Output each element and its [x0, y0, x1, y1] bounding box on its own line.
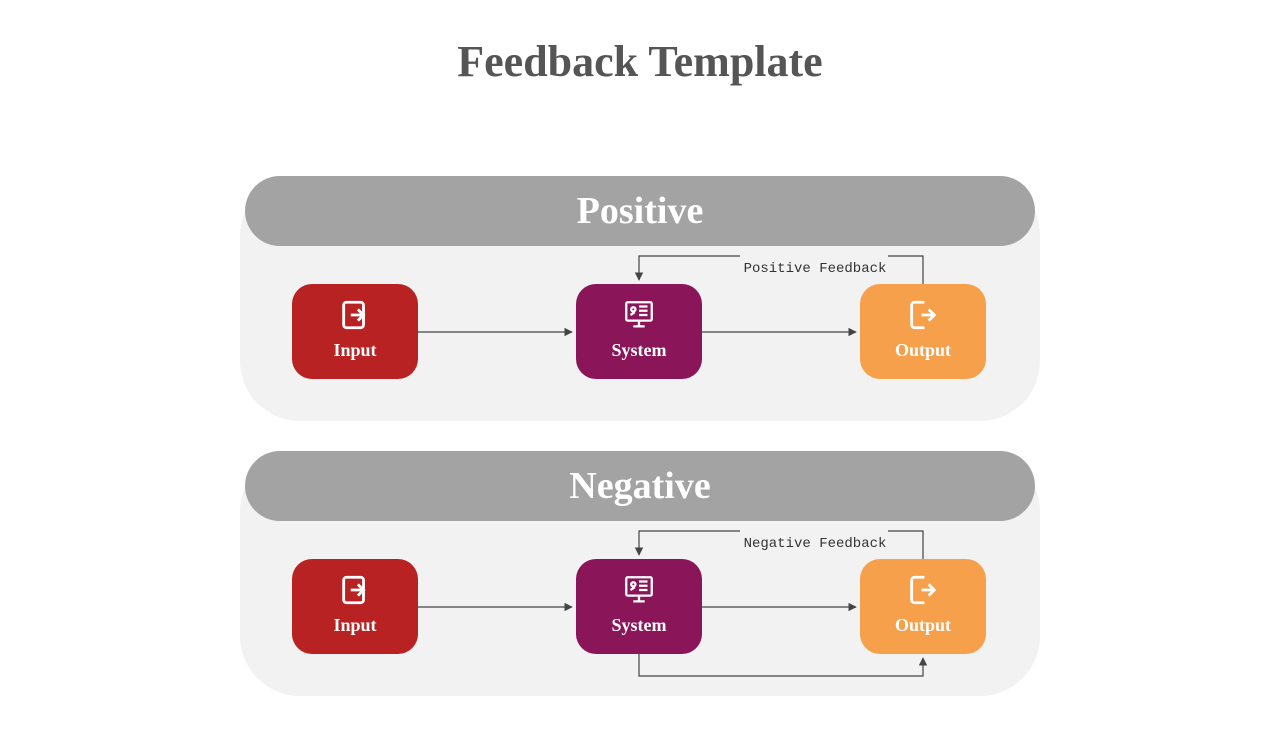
- system-icon: [576, 284, 702, 338]
- positive-system-label: System: [576, 340, 702, 361]
- positive-feedback-label: Positive Feedback: [730, 261, 900, 277]
- negative-panel: Negative Input System Outp: [240, 451, 1040, 696]
- negative-input-label: Input: [292, 615, 418, 636]
- system-icon: [576, 559, 702, 613]
- positive-input-label: Input: [292, 340, 418, 361]
- positive-header: Positive: [245, 176, 1035, 246]
- negative-header: Negative: [245, 451, 1035, 521]
- positive-output-label: Output: [860, 340, 986, 361]
- positive-system-node: System: [576, 284, 702, 379]
- output-icon: [860, 559, 986, 613]
- positive-input-node: Input: [292, 284, 418, 379]
- output-icon: [860, 284, 986, 338]
- negative-input-node: Input: [292, 559, 418, 654]
- negative-output-node: Output: [860, 559, 986, 654]
- positive-panel: Positive Input System Outp: [240, 176, 1040, 421]
- negative-output-label: Output: [860, 615, 986, 636]
- positive-output-node: Output: [860, 284, 986, 379]
- negative-system-label: System: [576, 615, 702, 636]
- input-icon: [292, 559, 418, 613]
- input-icon: [292, 284, 418, 338]
- negative-feedback-label: Negative Feedback: [730, 536, 900, 552]
- negative-system-node: System: [576, 559, 702, 654]
- page-title: Feedback Template: [0, 36, 1280, 87]
